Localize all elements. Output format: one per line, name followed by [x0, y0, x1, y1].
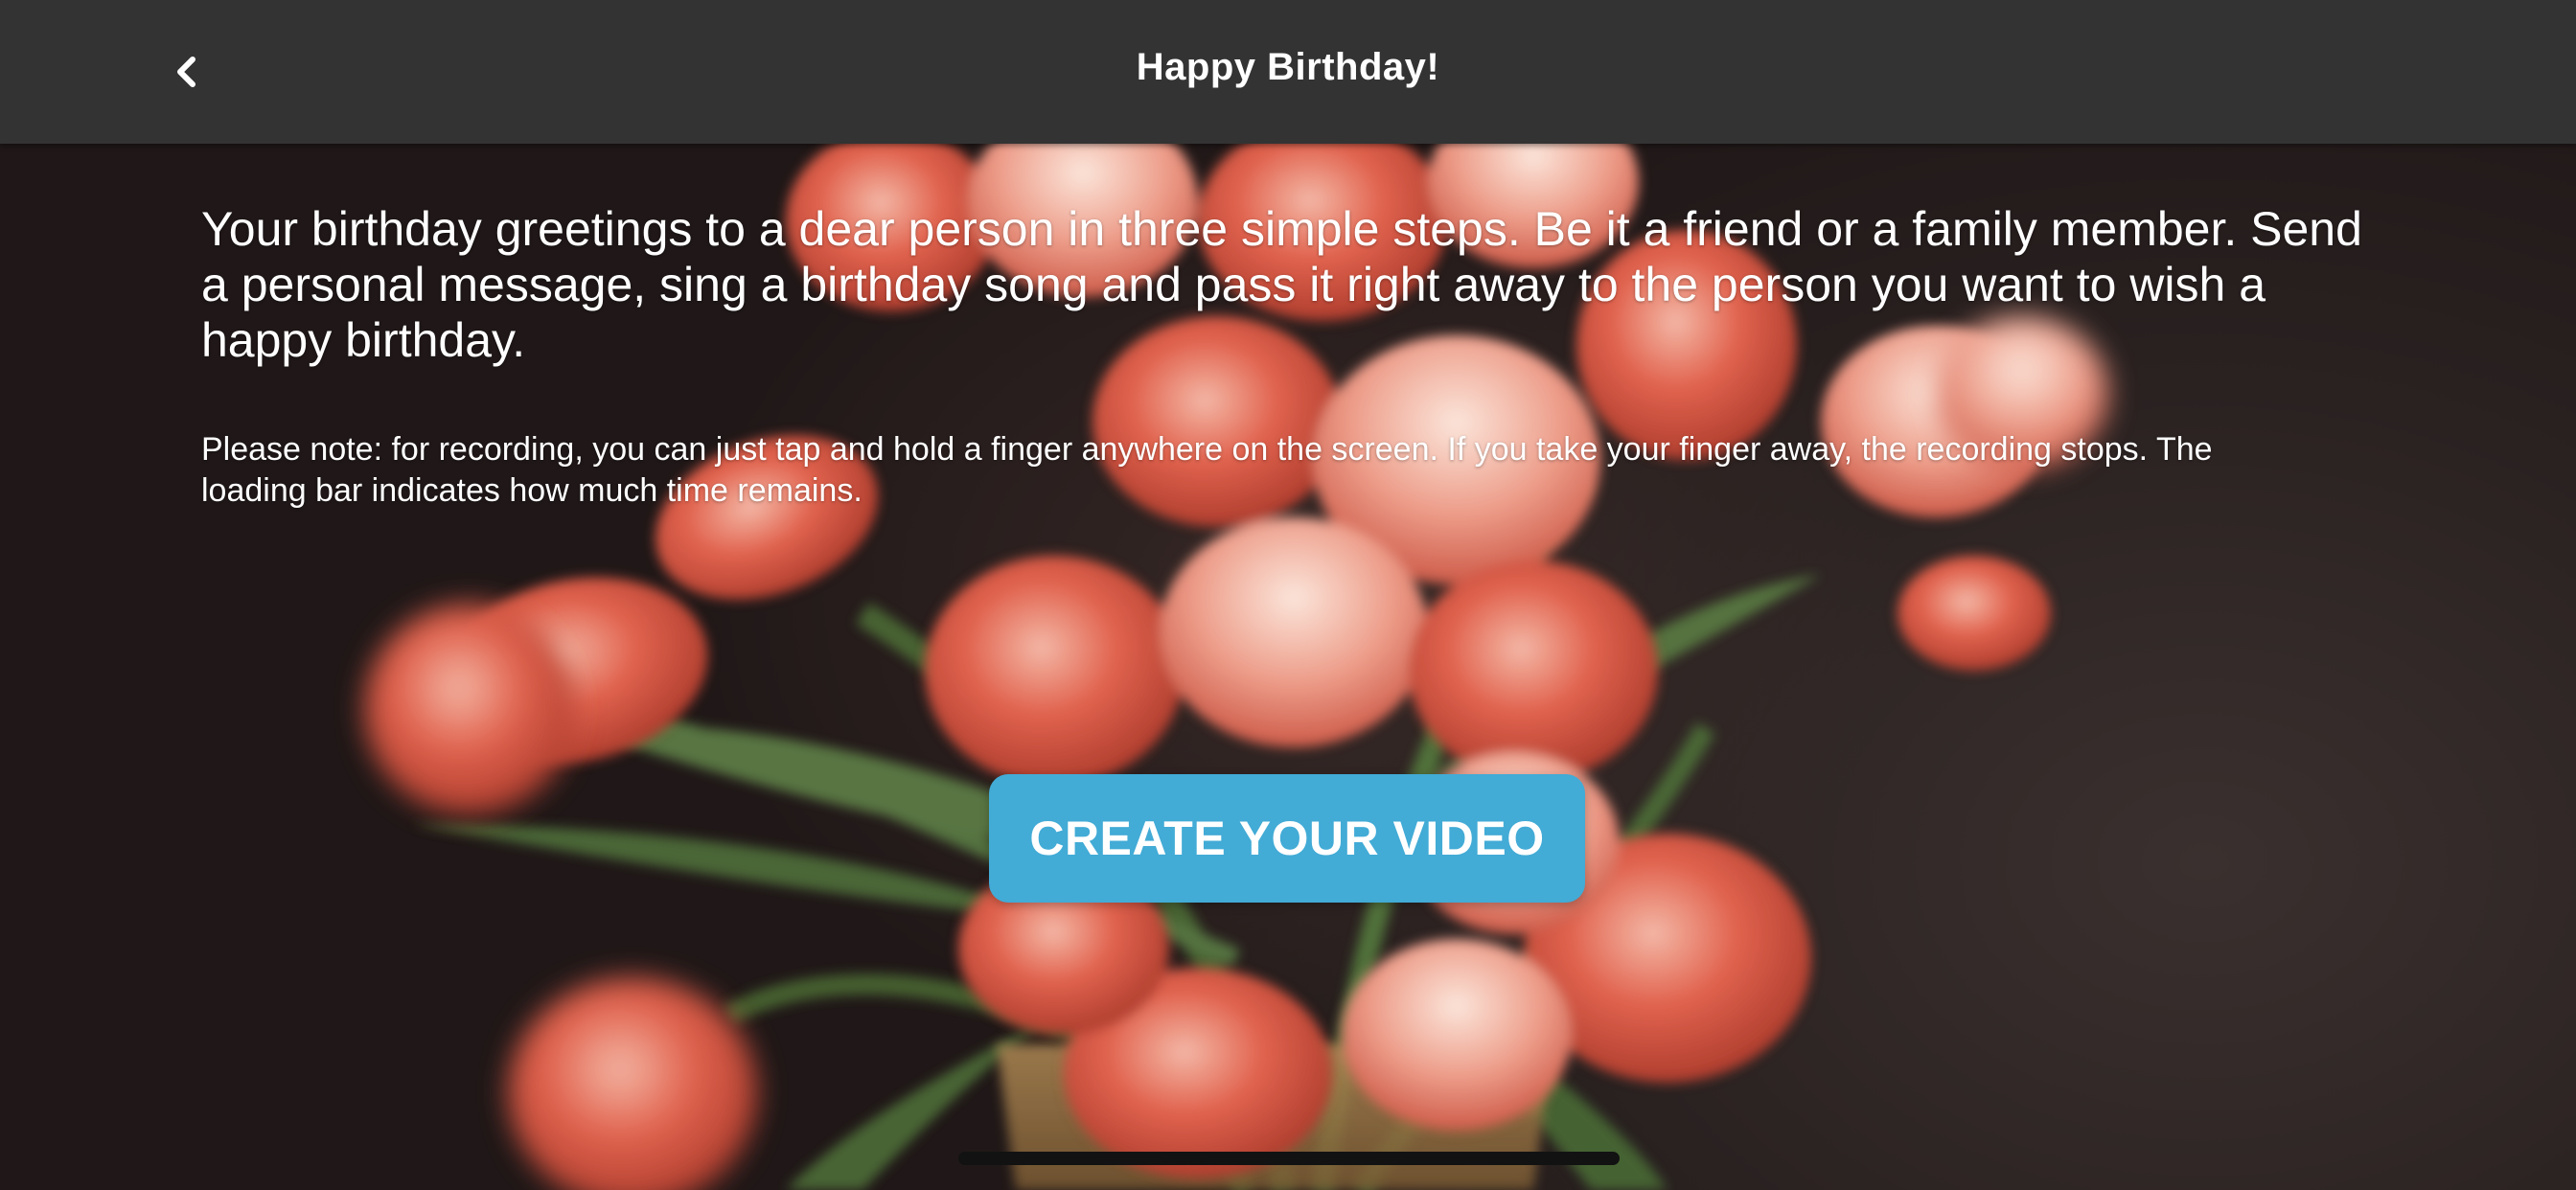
app-screen: Happy Birthday! Your birthday greetings … — [0, 0, 2576, 1190]
page-title: Happy Birthday! — [1136, 46, 1440, 88]
create-video-button[interactable]: CREATE YOUR VIDEO — [989, 774, 1585, 903]
intro-text: Your birthday greetings to a dear person… — [201, 202, 2362, 367]
instructions-panel: Your birthday greetings to a dear person… — [201, 201, 2367, 512]
navigation-header: Happy Birthday! — [0, 0, 2576, 144]
background-photo-tulips — [0, 0, 2576, 1190]
recording-note-text: Please note: for recording, you can just… — [201, 431, 2213, 509]
home-indicator[interactable] — [958, 1152, 1620, 1165]
tulip-bouquet-illustration — [364, 96, 2108, 1190]
